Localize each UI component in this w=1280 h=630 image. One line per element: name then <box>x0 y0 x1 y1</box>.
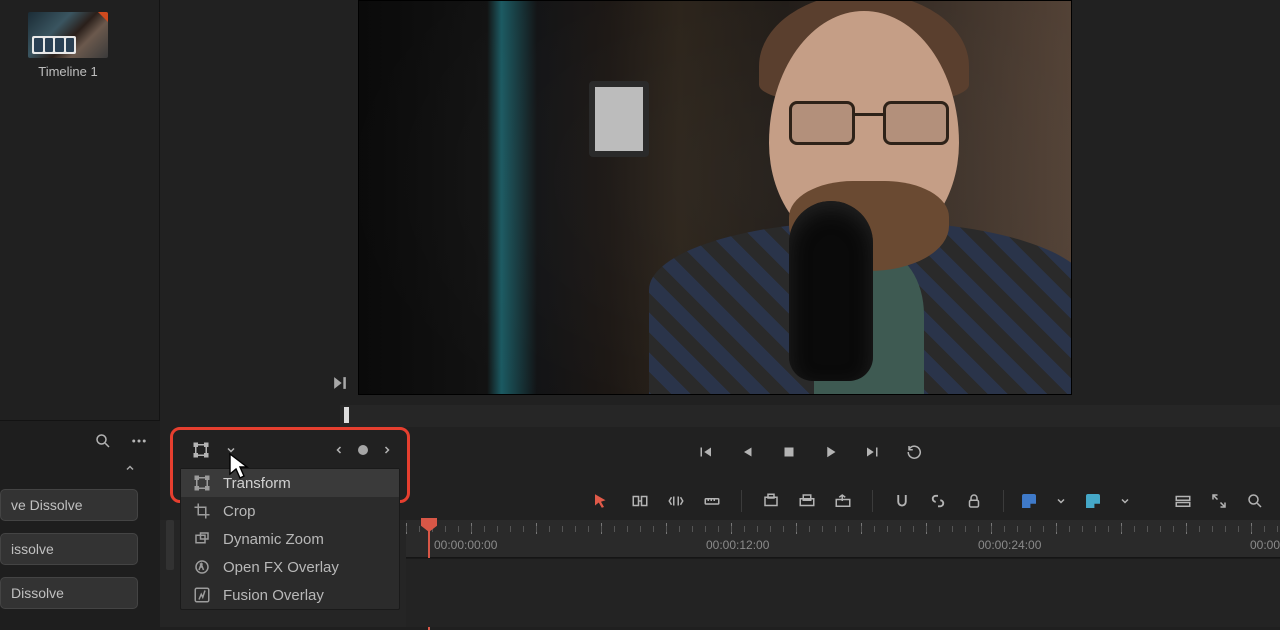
edit-toolbar <box>406 484 1280 518</box>
options-icon[interactable] <box>128 430 150 452</box>
menu-item-label: Transform <box>223 475 291 492</box>
go-to-end-button[interactable] <box>862 441 884 463</box>
clip-thumbnail-label: Timeline 1 <box>28 64 108 79</box>
transport-controls <box>694 441 926 463</box>
zoom-detail-button[interactable] <box>1244 490 1266 512</box>
openfx-icon <box>193 558 211 576</box>
menu-item-label: Dynamic Zoom <box>223 531 324 548</box>
replace-clip-button[interactable] <box>832 490 854 512</box>
collapse-icon[interactable] <box>124 461 136 481</box>
chevron-down-icon[interactable] <box>1050 490 1072 512</box>
stop-button[interactable] <box>778 441 800 463</box>
linked-selection-toggle[interactable] <box>927 490 949 512</box>
timeline-view-options[interactable] <box>1172 490 1194 512</box>
viewer-scrubber[interactable] <box>340 405 1280 427</box>
next-keyframe-button[interactable] <box>376 439 398 461</box>
chevron-down-icon[interactable] <box>1114 490 1136 512</box>
menu-item-label: Crop <box>223 503 256 520</box>
overlay-mode-selector[interactable] <box>186 438 402 462</box>
crop-icon <box>193 502 211 520</box>
timeline-panel: 00:00:00:00 00:00:12:00 00:00:24:00 00:0… <box>406 520 1280 627</box>
trim-edit-tool[interactable] <box>629 490 651 512</box>
scrubber-in-mark <box>344 407 349 423</box>
timecode-label: 00:00:00:00 <box>434 538 497 552</box>
transform-icon <box>193 474 211 492</box>
menu-item-transform[interactable]: Transform <box>181 469 399 497</box>
viewer-toolbar <box>340 430 1280 474</box>
timeline-tracks-area[interactable] <box>406 558 1280 627</box>
insert-clip-button[interactable] <box>760 490 782 512</box>
overlay-mode-menu: Transform Crop Dynamic Zoom Open FX Over… <box>180 468 400 610</box>
chevron-down-icon <box>220 439 242 461</box>
transition-item[interactable]: ve Dissolve <box>0 489 138 521</box>
menu-item-crop[interactable]: Crop <box>181 497 399 525</box>
flag-marker-blue[interactable] <box>1022 494 1036 508</box>
transform-icon <box>190 439 212 461</box>
transition-item[interactable]: Dissolve <box>0 577 138 609</box>
menu-item-openfx[interactable]: Open FX Overlay <box>181 553 399 581</box>
go-to-start-button[interactable] <box>694 441 716 463</box>
selection-tool[interactable] <box>591 490 612 512</box>
overwrite-clip-button[interactable] <box>796 490 818 512</box>
viewer-frame[interactable] <box>358 0 1072 395</box>
timeline-ruler[interactable]: 00:00:00:00 00:00:12:00 00:00:24:00 00:0… <box>406 520 1280 558</box>
effects-library-panel: ve Dissolve issolve Dissolve <box>0 420 160 630</box>
viewer-area <box>160 0 1280 400</box>
keyframe-nav <box>328 439 398 461</box>
dynamic-zoom-icon <box>193 530 211 548</box>
timecode-label: 00:00:24:00 <box>978 538 1041 552</box>
snapping-toggle[interactable] <box>891 490 913 512</box>
loop-button[interactable] <box>904 441 926 463</box>
timecode-label: 00:00 <box>1250 538 1280 552</box>
menu-item-dynamic-zoom[interactable]: Dynamic Zoom <box>181 525 399 553</box>
play-button[interactable] <box>820 441 842 463</box>
search-icon[interactable] <box>92 430 114 452</box>
clip-thumbnail[interactable]: Timeline 1 <box>28 12 108 79</box>
flag-marker-cyan[interactable] <box>1086 494 1100 508</box>
fusion-icon <box>193 586 211 604</box>
clip-thumbnail-image <box>28 12 108 58</box>
menu-item-label: Fusion Overlay <box>223 587 324 604</box>
dynamic-trim-tool[interactable] <box>665 490 687 512</box>
zoom-full-button[interactable] <box>1208 490 1230 512</box>
keyframe-toggle[interactable] <box>358 445 368 455</box>
menu-item-fusion[interactable]: Fusion Overlay <box>181 581 399 609</box>
timecode-label: 00:00:12:00 <box>706 538 769 552</box>
transition-item[interactable]: issolve <box>0 533 138 565</box>
menu-item-label: Open FX Overlay <box>223 559 339 576</box>
blade-tool[interactable] <box>701 490 723 512</box>
play-reverse-button[interactable] <box>736 441 758 463</box>
position-lock-toggle[interactable] <box>963 490 985 512</box>
prev-keyframe-button[interactable] <box>328 439 350 461</box>
step-forward-button[interactable] <box>330 373 350 393</box>
